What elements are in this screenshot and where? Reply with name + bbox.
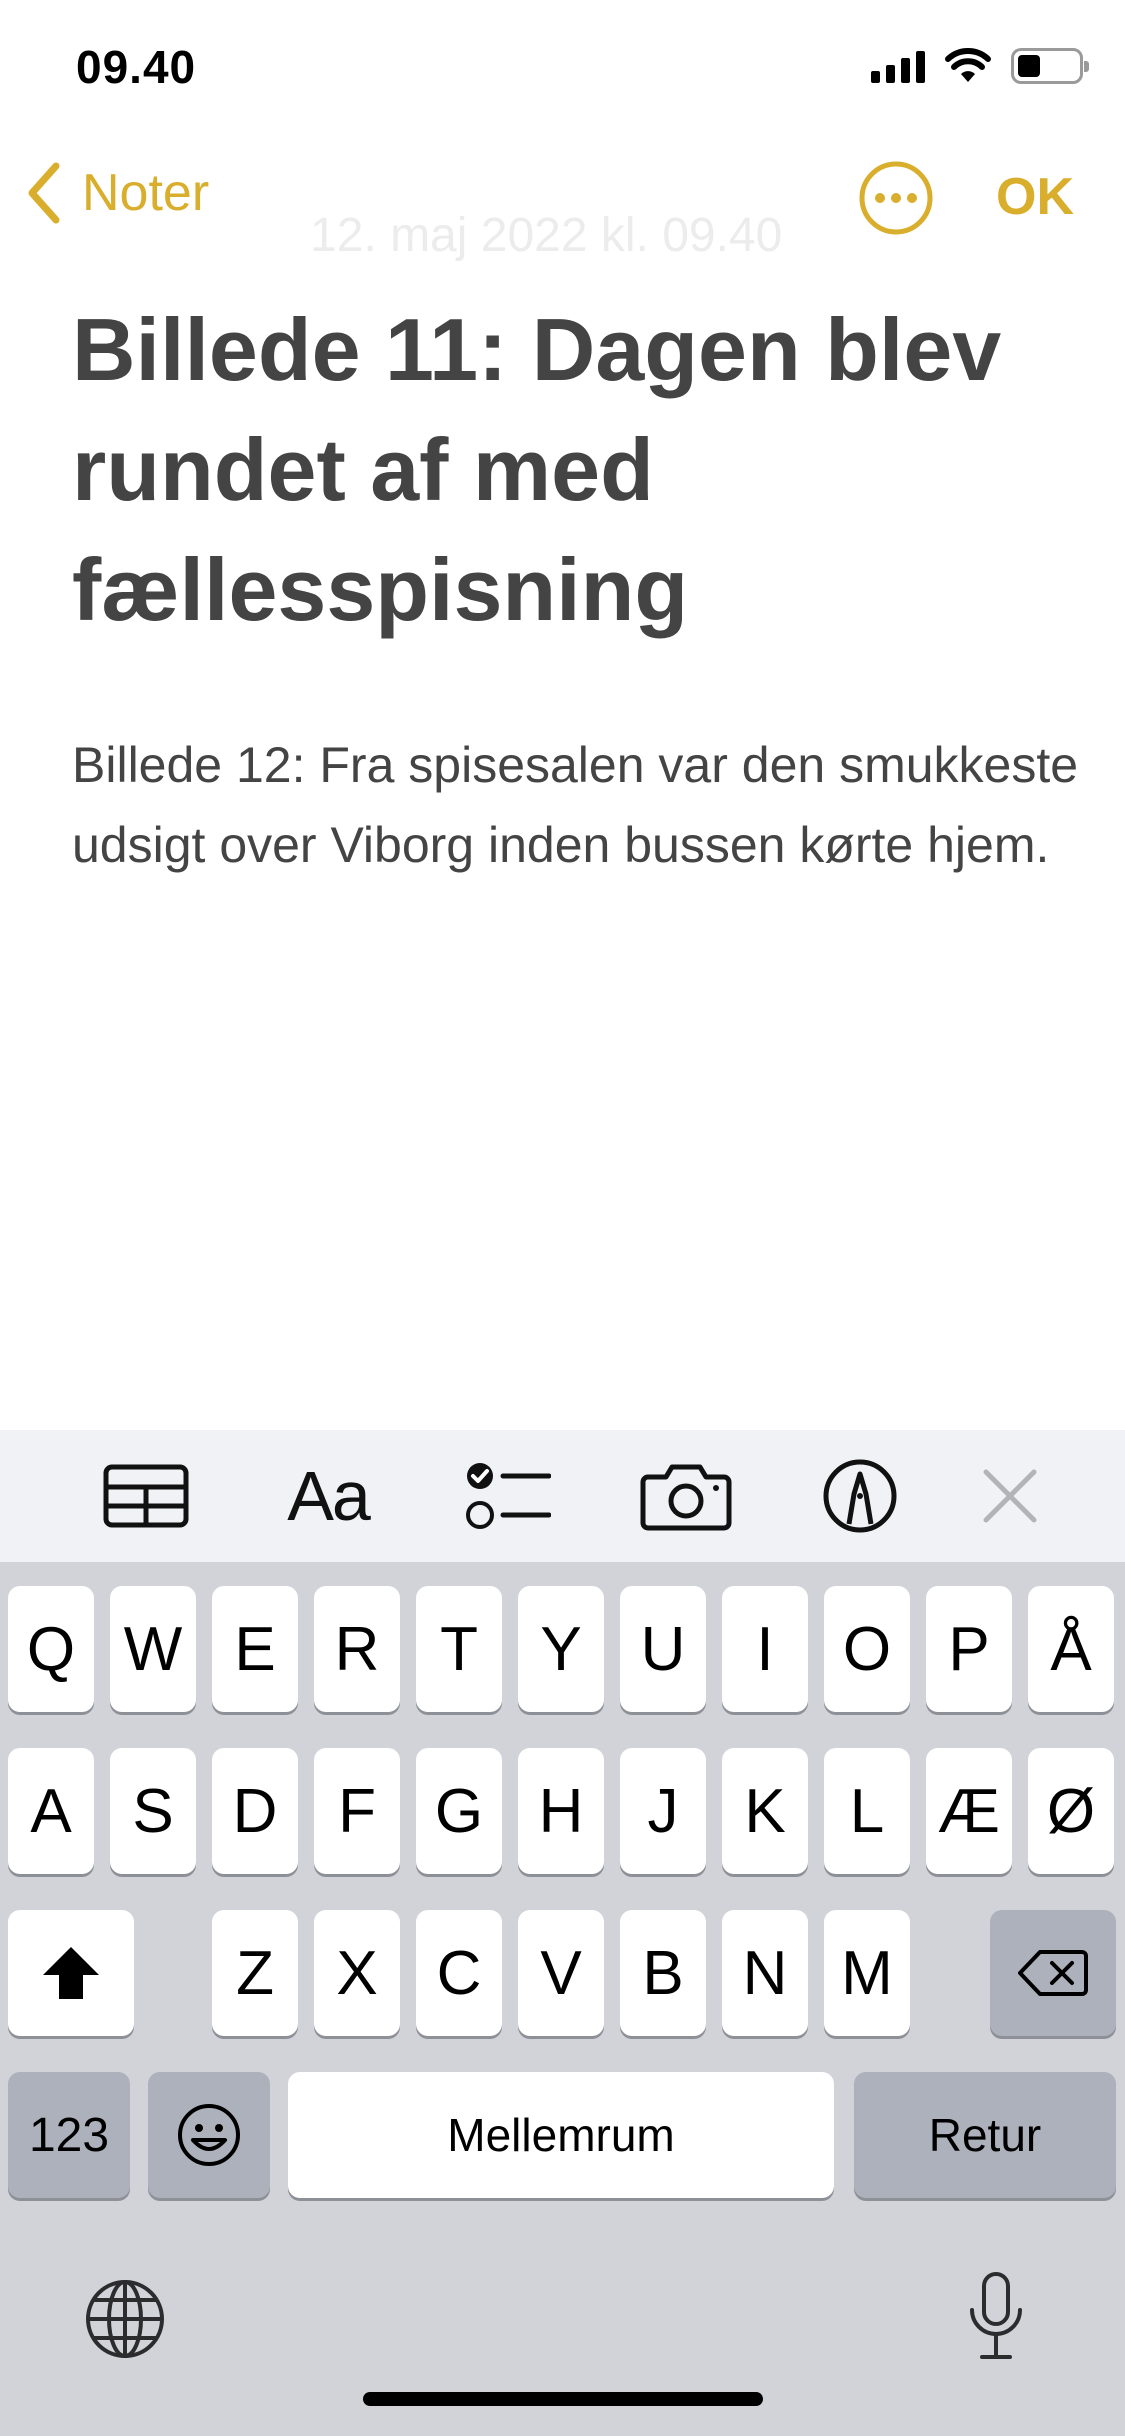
- chevron-left-icon: [28, 162, 60, 224]
- key-b[interactable]: B: [620, 1910, 706, 2036]
- checklist-icon: [466, 1463, 551, 1529]
- key-g[interactable]: G: [416, 1748, 502, 1874]
- microphone-icon[interactable]: [966, 2270, 1026, 2362]
- backspace-icon: [1018, 1950, 1088, 1996]
- key-z[interactable]: Z: [212, 1910, 298, 2036]
- space-key[interactable]: Mellemrum: [288, 2072, 834, 2198]
- shift-arrow-icon: [43, 1947, 99, 1999]
- status-time: 09.40: [76, 41, 197, 93]
- key-a[interactable]: A: [8, 1748, 94, 1874]
- markup-button[interactable]: [810, 1456, 910, 1536]
- key-x[interactable]: X: [314, 1910, 400, 2036]
- key-r[interactable]: R: [314, 1586, 400, 1712]
- key-n[interactable]: N: [722, 1910, 808, 2036]
- key-ae[interactable]: Æ: [926, 1748, 1012, 1874]
- key-d[interactable]: D: [212, 1748, 298, 1874]
- key-m[interactable]: M: [824, 1910, 910, 2036]
- emoji-key[interactable]: [148, 2072, 270, 2198]
- cellular-signal-icon: [871, 49, 925, 83]
- key-aa[interactable]: Å: [1028, 1586, 1114, 1712]
- formatting-toolbar: Aa: [0, 1430, 1125, 1562]
- camera-icon: [640, 1464, 732, 1531]
- key-e[interactable]: E: [212, 1586, 298, 1712]
- note-body[interactable]: Billede 12: Fra spisesalen var den smukk…: [72, 725, 1082, 885]
- markup-pen-icon: [823, 1459, 897, 1533]
- key-l[interactable]: L: [824, 1748, 910, 1874]
- key-t[interactable]: T: [416, 1586, 502, 1712]
- close-icon: [983, 1469, 1037, 1523]
- key-y[interactable]: Y: [518, 1586, 604, 1712]
- status-bar: 09.40: [0, 0, 1125, 140]
- numbers-key[interactable]: 123: [8, 2072, 130, 2198]
- wifi-icon: [945, 48, 991, 82]
- shift-key[interactable]: [8, 1910, 134, 2036]
- home-indicator[interactable]: [363, 2392, 763, 2406]
- text-format-icon: Aa: [287, 1457, 371, 1535]
- key-v[interactable]: V: [518, 1910, 604, 2036]
- text-format-button[interactable]: Aa: [278, 1456, 378, 1536]
- checklist-button[interactable]: [458, 1456, 558, 1536]
- table-button[interactable]: [96, 1456, 196, 1536]
- return-key[interactable]: Retur: [854, 2072, 1116, 2198]
- note-title[interactable]: Billede 11: Dagen blev rundet af med fæl…: [72, 290, 1082, 650]
- key-h[interactable]: H: [518, 1748, 604, 1874]
- close-toolbar-button[interactable]: [960, 1456, 1060, 1536]
- more-options-icon[interactable]: [858, 160, 934, 236]
- key-j[interactable]: J: [620, 1748, 706, 1874]
- key-oe[interactable]: Ø: [1028, 1748, 1114, 1874]
- key-s[interactable]: S: [110, 1748, 196, 1874]
- done-button[interactable]: OK: [996, 167, 1074, 227]
- key-q[interactable]: Q: [8, 1586, 94, 1712]
- back-button[interactable]: Noter: [22, 160, 209, 226]
- battery-icon: [1011, 48, 1089, 84]
- status-icons: [871, 48, 1089, 84]
- note-date: 12. maj 2022 kl. 09.40: [310, 209, 783, 262]
- emoji-icon: [178, 2104, 240, 2166]
- table-icon: [103, 1464, 189, 1528]
- back-label: Noter: [82, 164, 210, 222]
- key-u[interactable]: U: [620, 1586, 706, 1712]
- backspace-key[interactable]: [990, 1910, 1116, 2036]
- key-c[interactable]: C: [416, 1910, 502, 2036]
- key-o[interactable]: O: [824, 1586, 910, 1712]
- key-f[interactable]: F: [314, 1748, 400, 1874]
- key-k[interactable]: K: [722, 1748, 808, 1874]
- key-w[interactable]: W: [110, 1586, 196, 1712]
- key-i[interactable]: I: [722, 1586, 808, 1712]
- globe-icon[interactable]: [84, 2278, 166, 2360]
- camera-button[interactable]: [636, 1456, 736, 1536]
- key-p[interactable]: P: [926, 1586, 1012, 1712]
- keyboard: Q W E R T Y U I O P Å A S D F G H J K L …: [0, 1562, 1125, 2436]
